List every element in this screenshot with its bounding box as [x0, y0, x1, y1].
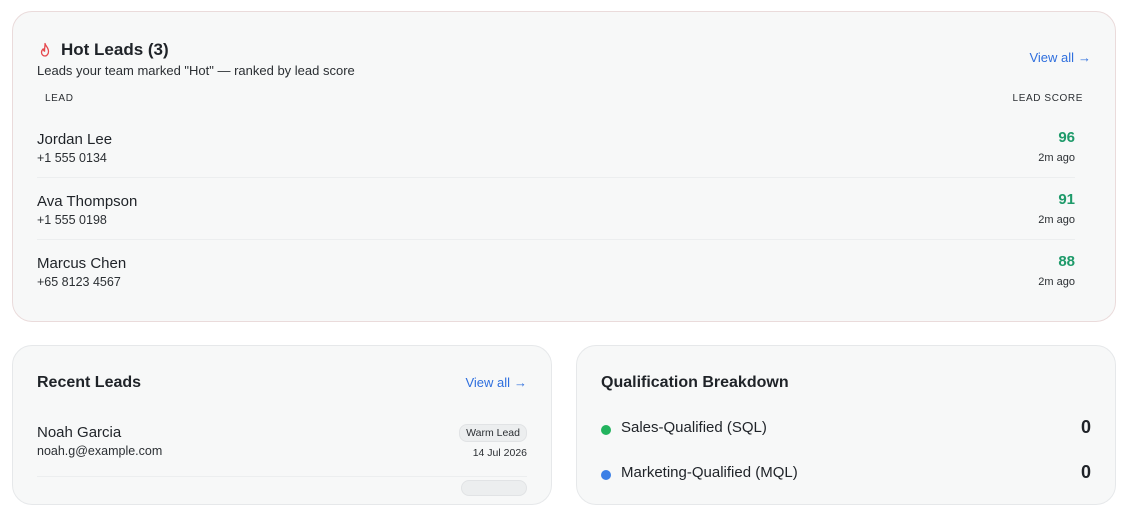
recent-leads-title: Recent Leads — [37, 374, 142, 391]
recent-lead-row[interactable]: Noah Garcia noah.g@example.com Warm Lead… — [37, 412, 527, 496]
hot-leads-title: Hot Leads (3) — [61, 40, 169, 59]
hot-lead-row[interactable]: Jordan Lee +1 555 0134 96 2m ago — [37, 115, 1075, 178]
column-header-lead-score: LEAD SCORE — [1012, 93, 1083, 104]
hot-leads-header: Hot Leads (3) — [37, 40, 169, 60]
qualification-item: Sales-Qualified (SQL) 0 — [601, 417, 1091, 449]
lead-phone: +65 8123 4567 — [37, 275, 121, 289]
qualification-title: Qualification Breakdown — [601, 374, 789, 391]
lead-email: noah.g@example.com — [37, 444, 163, 458]
lead-timestamp: 2m ago — [1038, 152, 1075, 164]
lead-phone: +1 555 0134 — [37, 151, 107, 165]
qualification-count: 0 — [1080, 417, 1091, 437]
qualification-label: Sales-Qualified (SQL) — [621, 419, 767, 436]
lead-date: 14 Jul 2026 — [472, 447, 527, 459]
lead-score: 91 — [1058, 191, 1075, 208]
lead-name: Marcus Chen — [37, 255, 127, 272]
hot-leads-subtitle: Leads your team marked "Hot" — ranked by… — [37, 63, 355, 78]
arrow-right-icon: → — [1078, 50, 1091, 65]
fire-icon — [37, 42, 53, 58]
lead-timestamp: 2m ago — [1038, 276, 1075, 288]
lead-score: 96 — [1058, 129, 1075, 146]
view-all-label: View all — [465, 375, 510, 390]
qualification-item: Marketing-Qualified (MQL) 0 — [601, 462, 1091, 494]
column-header-lead: LEAD — [45, 93, 74, 104]
view-all-label: View all — [1029, 50, 1074, 65]
lead-status-badge: Warm Lead — [459, 424, 527, 442]
lead-name: Jordan Lee — [37, 131, 113, 148]
lead-timestamp: 2m ago — [1038, 214, 1075, 226]
lead-status-badge — [461, 480, 527, 496]
lead-name: Ava Thompson — [37, 193, 138, 210]
lead-phone: +1 555 0198 — [37, 213, 107, 227]
status-dot-icon — [601, 470, 611, 480]
arrow-right-icon: → — [514, 375, 527, 390]
lead-score: 88 — [1058, 253, 1075, 270]
qualification-label: Marketing-Qualified (MQL) — [621, 464, 798, 481]
status-dot-icon — [601, 425, 611, 435]
lead-name: Noah Garcia — [37, 424, 122, 441]
qualification-breakdown-card: Qualification Breakdown Sales-Qualified … — [576, 345, 1116, 505]
hot-lead-row[interactable]: Ava Thompson +1 555 0198 91 2m ago — [37, 177, 1075, 240]
recent-leads-card: Recent Leads View all → Noah Garcia noah.… — [12, 345, 552, 505]
hot-leads-view-all-link[interactable]: View all → — [1029, 50, 1091, 65]
hot-lead-row[interactable]: Marcus Chen +65 8123 4567 88 2m ago — [37, 239, 1075, 301]
hot-leads-card: Hot Leads (3) Leads your team marked "Ho… — [12, 11, 1116, 322]
recent-leads-view-all-link[interactable]: View all → — [465, 375, 527, 390]
